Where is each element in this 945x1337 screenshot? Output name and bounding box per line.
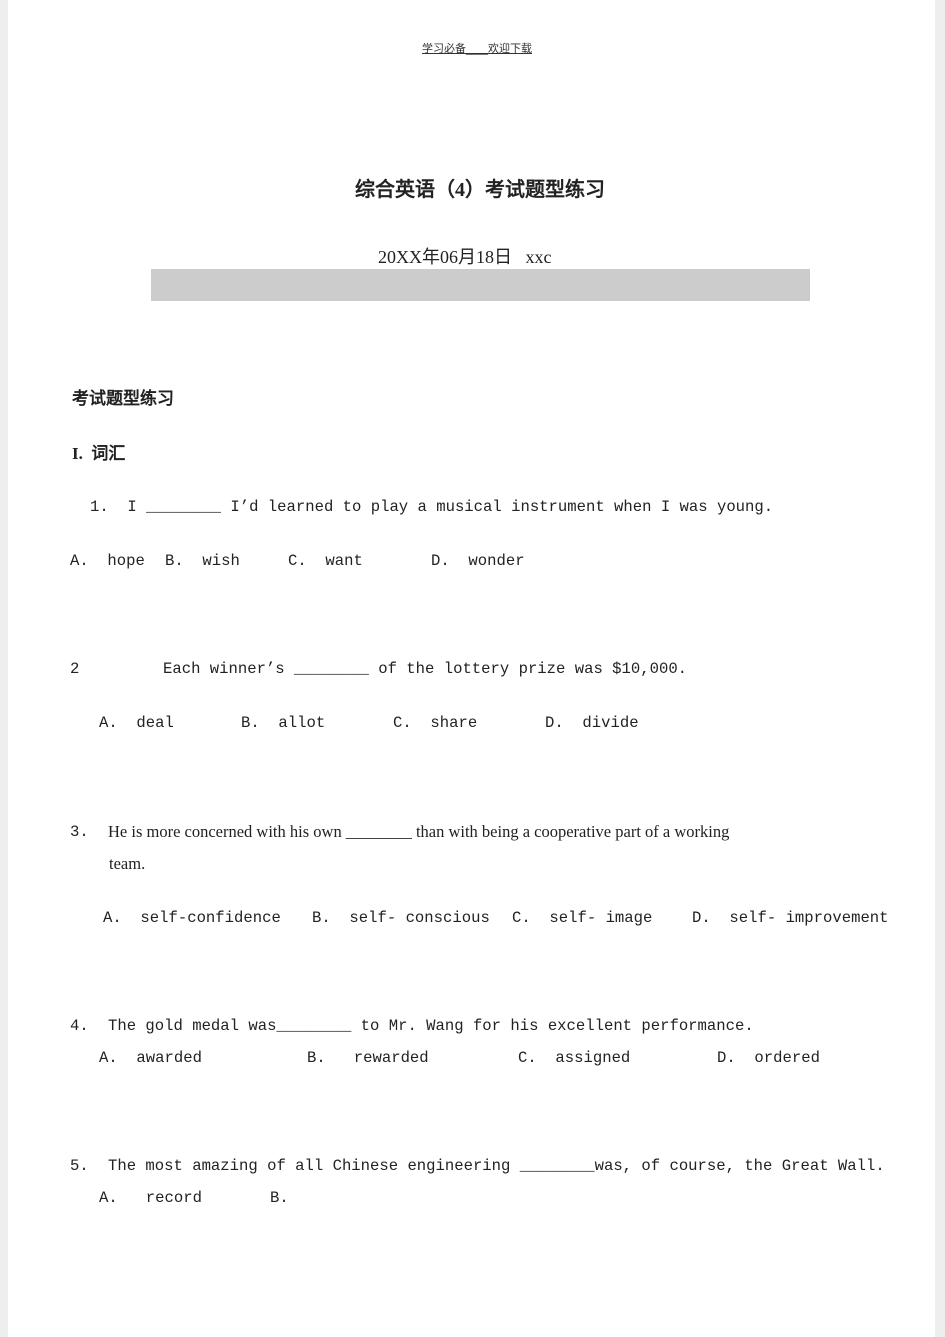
q2-option-c: C. share xyxy=(393,714,478,732)
q4-option-d: D. ordered xyxy=(717,1049,820,1067)
question-5-number: 5. xyxy=(70,1157,89,1175)
q1-option-a: A. hope xyxy=(70,552,145,570)
document-page: 学习必备____欢迎下载 综合英语（4）考试题型练习 20XX年06月18日 x… xyxy=(8,0,935,1337)
q5-option-b: B. xyxy=(270,1189,289,1207)
document-title: 综合英语（4）考试题型练习 xyxy=(355,179,605,201)
gray-banner xyxy=(151,269,810,301)
q1-option-c: C. want xyxy=(288,552,363,570)
question-3-stem-cont: team. xyxy=(109,854,146,873)
q4-option-c: C. assigned xyxy=(518,1049,631,1067)
question-2-number: 2 xyxy=(70,660,80,678)
q3-option-c: C. self- image xyxy=(512,909,653,927)
page-header: 学习必备____欢迎下载 xyxy=(422,42,532,55)
section-title: 考试题型练习 xyxy=(72,389,174,408)
part-heading: I. 词汇 xyxy=(72,444,126,463)
q2-option-d: D. divide xyxy=(545,714,639,732)
question-3-stem: He is more concerned with his own ______… xyxy=(108,822,730,841)
question-4-stem: The gold medal was________ to Mr. Wang f… xyxy=(108,1017,754,1035)
q3-option-d: D. self- improvement xyxy=(692,909,889,927)
q3-option-a: A. self-confidence xyxy=(103,909,281,927)
q5-option-a: A. record xyxy=(99,1189,202,1207)
q4-option-a: A. awarded xyxy=(99,1049,202,1067)
q1-option-d: D. wonder xyxy=(431,552,525,570)
question-2-stem: Each winner’s ________ of the lottery pr… xyxy=(163,660,688,678)
q2-option-b: B. allot xyxy=(241,714,326,732)
date-line: 20XX年06月18日 xxc xyxy=(378,247,552,267)
q2-option-a: A. deal xyxy=(99,714,174,732)
question-3-number: 3. xyxy=(70,823,89,841)
question-5-stem: The most amazing of all Chinese engineer… xyxy=(108,1157,885,1175)
q1-option-b: B. wish xyxy=(165,552,240,570)
question-4-number: 4. xyxy=(70,1017,89,1035)
q4-option-b: B. rewarded xyxy=(307,1049,429,1067)
question-1-stem: 1. I ________ I’d learned to play a musi… xyxy=(90,498,774,516)
q3-option-b: B. self- conscious xyxy=(312,909,490,927)
